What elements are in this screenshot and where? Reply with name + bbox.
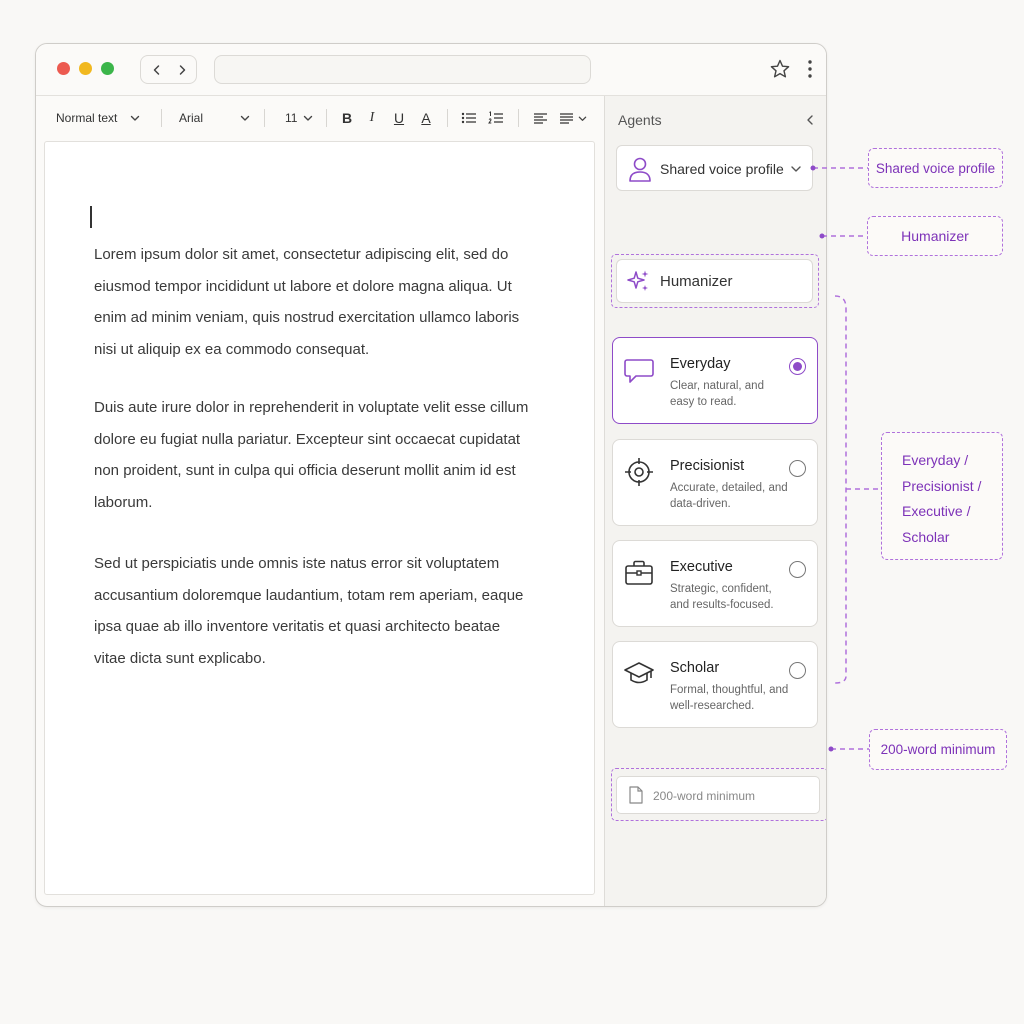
callout-text: Scholar (902, 528, 950, 545)
callout-text: Everyday / (902, 452, 969, 468)
callout-agents: Everyday / Precisionist / Executive / Sc… (881, 432, 1003, 560)
callout-text: Executive / (902, 503, 971, 519)
callout-text: Humanizer (901, 228, 969, 244)
callout-voice-profile: Shared voice profile (868, 148, 1003, 188)
callout-text: Shared voice profile (875, 160, 996, 176)
callout-humanizer: Humanizer (867, 216, 1003, 256)
callout-text: 200-word minimum (880, 742, 996, 757)
callout-word-minimum: 200-word minimum (869, 729, 1007, 770)
callout-text: Precisionist / (902, 477, 982, 494)
